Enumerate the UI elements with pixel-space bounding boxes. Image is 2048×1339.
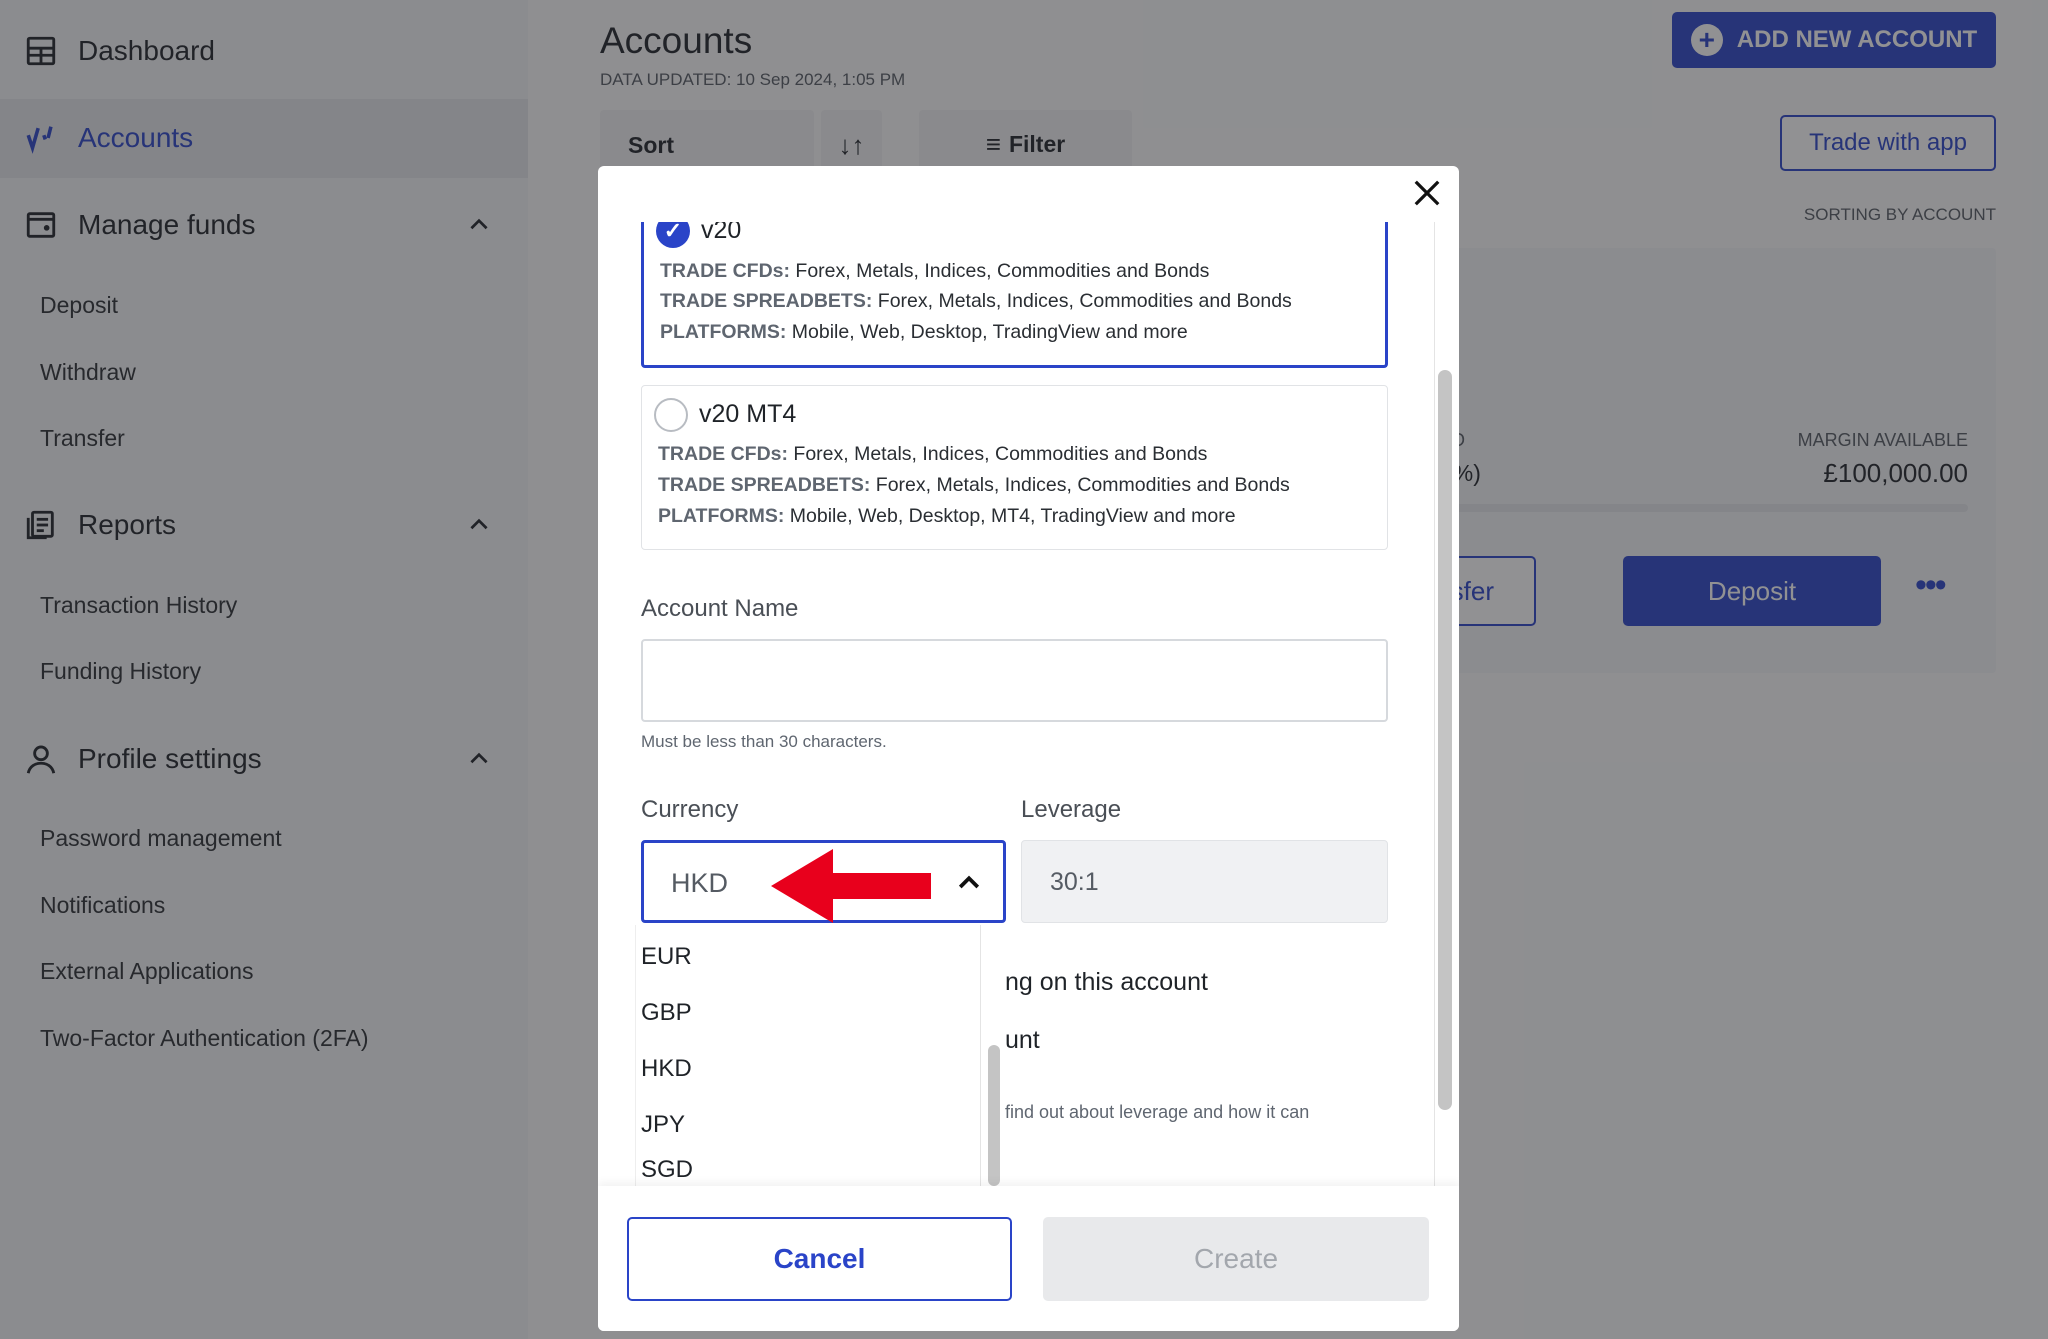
currency-label: Currency: [641, 796, 739, 823]
option-name: v20 MT4: [699, 400, 797, 428]
account-name-help: Must be less than 30 characters.: [641, 732, 887, 751]
cancel-button[interactable]: Cancel: [627, 1217, 1012, 1301]
currency-option-eur[interactable]: EUR: [641, 943, 692, 971]
chevron-up-icon: [958, 875, 980, 889]
option-name: v20: [701, 222, 742, 244]
option-text-partial: ng on this account: [1005, 968, 1208, 996]
spreadbet-value: Forex, Metals, Indices, Commodities and …: [872, 290, 1292, 312]
spreadbet-value: Forex, Metals, Indices, Commodities and …: [870, 474, 1290, 496]
option-text-partial: unt: [1005, 1026, 1040, 1054]
cfd-value: Forex, Metals, Indices, Commodities and …: [790, 260, 1210, 282]
account-name-label: Account Name: [641, 595, 799, 622]
cfd-value: Forex, Metals, Indices, Commodities and …: [788, 443, 1208, 465]
account-type-option-v20-mt4[interactable]: v20 MT4 TRADE CFDs: Forex, Metals, Indic…: [641, 385, 1388, 550]
currency-option-gbp[interactable]: GBP: [641, 999, 692, 1027]
currency-option-sgd[interactable]: SGD: [641, 1156, 693, 1184]
modal-footer: Cancel Create: [598, 1186, 1459, 1331]
leverage-field: 30:1: [1021, 840, 1388, 923]
checked-icon[interactable]: ✓: [656, 222, 690, 248]
dropdown-scrollbar[interactable]: [988, 1045, 1000, 1186]
leverage-label: Leverage: [1021, 796, 1122, 823]
platforms-label: PLATFORMS:: [658, 505, 785, 527]
modal-scrollbar[interactable]: [1438, 370, 1452, 1110]
radio-unchecked-icon[interactable]: [654, 398, 688, 432]
spreadbet-label: TRADE SPREADBETS:: [660, 290, 873, 312]
currency-option-jpy[interactable]: JPY: [641, 1111, 685, 1139]
account-name-input[interactable]: [641, 639, 1388, 722]
currency-dropdown-list: EUR GBP HKD JPY SGD: [635, 925, 981, 1186]
platforms-label: PLATFORMS:: [660, 321, 787, 343]
new-account-modal: ✓ v20 TRADE CFDs: Forex, Metals, Indices…: [598, 166, 1459, 1331]
spreadbet-label: TRADE SPREADBETS:: [658, 474, 871, 496]
currency-option-hkd[interactable]: HKD: [641, 1055, 692, 1083]
platforms-value: Mobile, Web, Desktop, TradingView and mo…: [786, 321, 1188, 343]
close-icon[interactable]: [1412, 178, 1442, 208]
currency-selected-value: HKD: [671, 868, 729, 898]
cfd-label: TRADE CFDs:: [660, 260, 790, 282]
create-button[interactable]: Create: [1043, 1217, 1429, 1301]
red-arrow-annotation: [771, 849, 931, 923]
cfd-label: TRADE CFDs:: [658, 443, 788, 465]
platforms-value: Mobile, Web, Desktop, MT4, TradingView a…: [784, 505, 1236, 527]
scroll-track: [1434, 222, 1435, 1186]
account-type-option-v20[interactable]: ✓ v20 TRADE CFDs: Forex, Metals, Indices…: [641, 222, 1388, 368]
modal-scroll-area: ✓ v20 TRADE CFDs: Forex, Metals, Indices…: [598, 222, 1459, 1186]
leverage-info-partial: find out about leverage and how it can: [1005, 1102, 1310, 1122]
